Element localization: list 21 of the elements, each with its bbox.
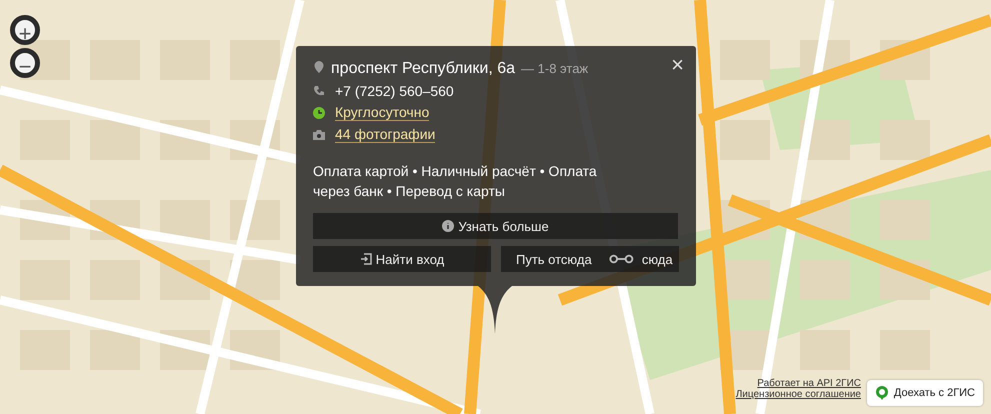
floor-info: — 1-8 этаж	[521, 61, 588, 76]
pin-icon	[313, 61, 325, 73]
open-app-button[interactable]: Доехать с 2ГИС	[866, 380, 983, 406]
find-entrance-button[interactable]: Найти вход	[313, 246, 491, 272]
hours-link[interactable]: Круглосуточно	[335, 104, 430, 121]
camera-icon	[313, 128, 325, 140]
license-link[interactable]: Лицензионное соглашение	[736, 389, 861, 400]
entrance-icon	[360, 253, 372, 265]
close-button[interactable]: ×	[671, 56, 684, 74]
phone-number: +7 (7252) 560–560	[335, 83, 454, 99]
photos-link[interactable]: 44 фотографии	[335, 126, 436, 143]
payment-methods: Оплата картой • Наличный расчёт • Оплата через банк • Перевод с карты	[313, 162, 598, 201]
pin-icon	[874, 386, 889, 400]
address-title: проспект Республики, 6а	[331, 60, 516, 78]
route-to-button[interactable]: сюда	[635, 246, 679, 272]
more-info-button[interactable]: Узнать больше	[313, 213, 678, 239]
clock-icon	[313, 106, 325, 118]
phone-icon	[313, 85, 325, 97]
powered-by-link[interactable]: Работает на API 2ГИС	[757, 378, 861, 389]
info-icon	[442, 220, 454, 232]
route-from-button[interactable]: Путь отсюда	[501, 246, 607, 272]
